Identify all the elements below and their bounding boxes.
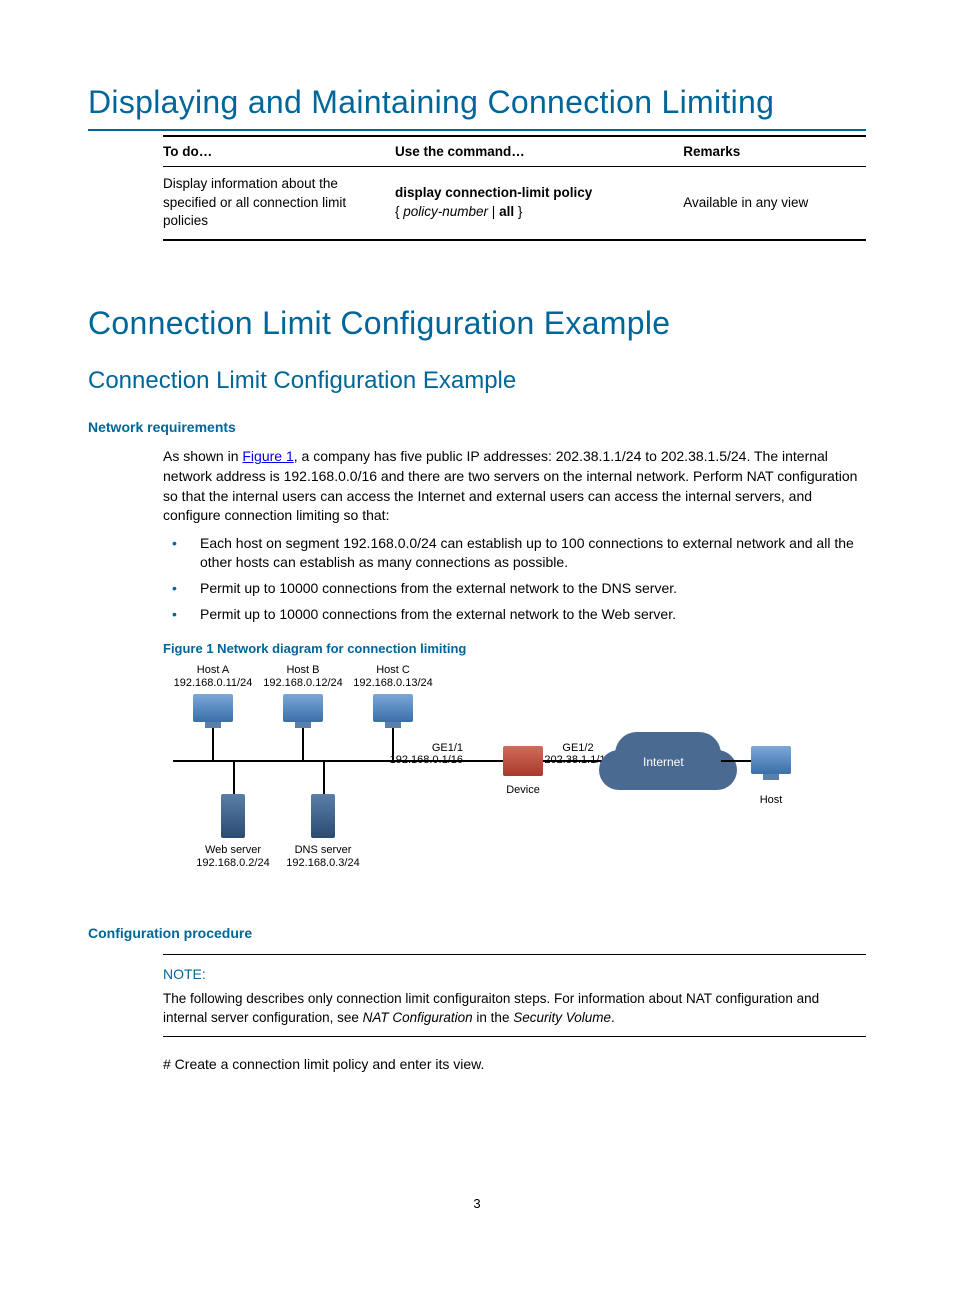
cmd-param: policy-number — [403, 204, 488, 219]
network-requirements-paragraph: As shown in Figure 1, a company has five… — [163, 447, 866, 525]
config-step-1: # Create a connection limit policy and e… — [163, 1055, 866, 1075]
cmd-all: all — [499, 204, 514, 219]
table-row: Display information about the specified … — [163, 166, 866, 240]
list-item: Each host on segment 192.168.0.0/24 can … — [200, 534, 866, 573]
page-title-2: Connection Limit Configuration Example — [88, 301, 866, 346]
dns-server-label: DNS server — [295, 844, 352, 856]
device-icon — [503, 746, 543, 776]
table-cell-todo: Display information about the specified … — [163, 166, 395, 240]
ge11-ip: 192.168.0.1/16 — [390, 754, 463, 766]
network-diagram: Host A 192.168.0.11/24 Host B 192.168.0.… — [163, 664, 803, 894]
ge11-label: GE1/1 — [432, 742, 463, 754]
cmd-brace-open: { — [395, 204, 403, 219]
web-server-ip: 192.168.0.2/24 — [196, 857, 269, 869]
host-a-ip: 192.168.0.11/24 — [174, 677, 253, 689]
command-table: To do… Use the command… Remarks Display … — [163, 135, 866, 242]
host-icon — [751, 746, 791, 774]
network-requirements-heading: Network requirements — [88, 418, 866, 438]
page-title-1: Displaying and Maintaining Connection Li… — [88, 80, 866, 131]
host-icon — [193, 694, 233, 722]
note-text-b: in the — [473, 1010, 514, 1025]
server-icon — [311, 794, 335, 838]
table-cell-command: display connection-limit policy { policy… — [395, 166, 683, 240]
device-label: Device — [493, 784, 553, 797]
cmd-name: display connection-limit policy — [395, 185, 592, 200]
cmd-brace-close: } — [514, 204, 522, 219]
dns-server-ip: 192.168.0.3/24 — [286, 857, 359, 869]
subtitle: Connection Limit Configuration Example — [88, 364, 866, 398]
host-icon — [373, 694, 413, 722]
host-c-label: Host C — [376, 664, 410, 676]
web-server-label: Web server — [205, 844, 261, 856]
note-ital-1: NAT Configuration — [363, 1010, 473, 1025]
ge12-ip: 202.38.1.1/16 — [544, 754, 611, 766]
host-b-ip: 192.168.0.12/24 — [263, 677, 343, 689]
host-c-ip: 192.168.0.13/24 — [353, 677, 433, 689]
note-label: NOTE: — [163, 965, 866, 985]
internet-label: Internet — [643, 754, 684, 771]
table-header-todo: To do… — [163, 136, 395, 166]
table-header-command: Use the command… — [395, 136, 683, 166]
table-header-remarks: Remarks — [683, 136, 866, 166]
table-cell-remarks: Available in any view — [683, 166, 866, 240]
netreq-pre: As shown in — [163, 448, 242, 464]
host-right-label: Host — [749, 794, 793, 807]
note-box: NOTE: The following describes only conne… — [163, 954, 866, 1037]
host-a-label: Host A — [197, 664, 229, 676]
note-ital-2: Security Volume — [513, 1010, 611, 1025]
host-b-label: Host B — [286, 664, 319, 676]
host-icon — [283, 694, 323, 722]
list-item: Permit up to 10000 connections from the … — [200, 605, 866, 625]
note-text: The following describes only connection … — [163, 990, 866, 1028]
note-text-c: . — [611, 1010, 615, 1025]
requirements-list: Each host on segment 192.168.0.0/24 can … — [88, 534, 866, 624]
ge12-label: GE1/2 — [562, 742, 593, 754]
cmd-pipe: | — [488, 204, 499, 219]
list-item: Permit up to 10000 connections from the … — [200, 579, 866, 599]
configuration-procedure-heading: Configuration procedure — [88, 924, 866, 944]
page-number: 3 — [88, 1195, 866, 1213]
figure-caption: Figure 1 Network diagram for connection … — [163, 640, 866, 658]
server-icon — [221, 794, 245, 838]
figure-1-link[interactable]: Figure 1 — [242, 448, 293, 464]
